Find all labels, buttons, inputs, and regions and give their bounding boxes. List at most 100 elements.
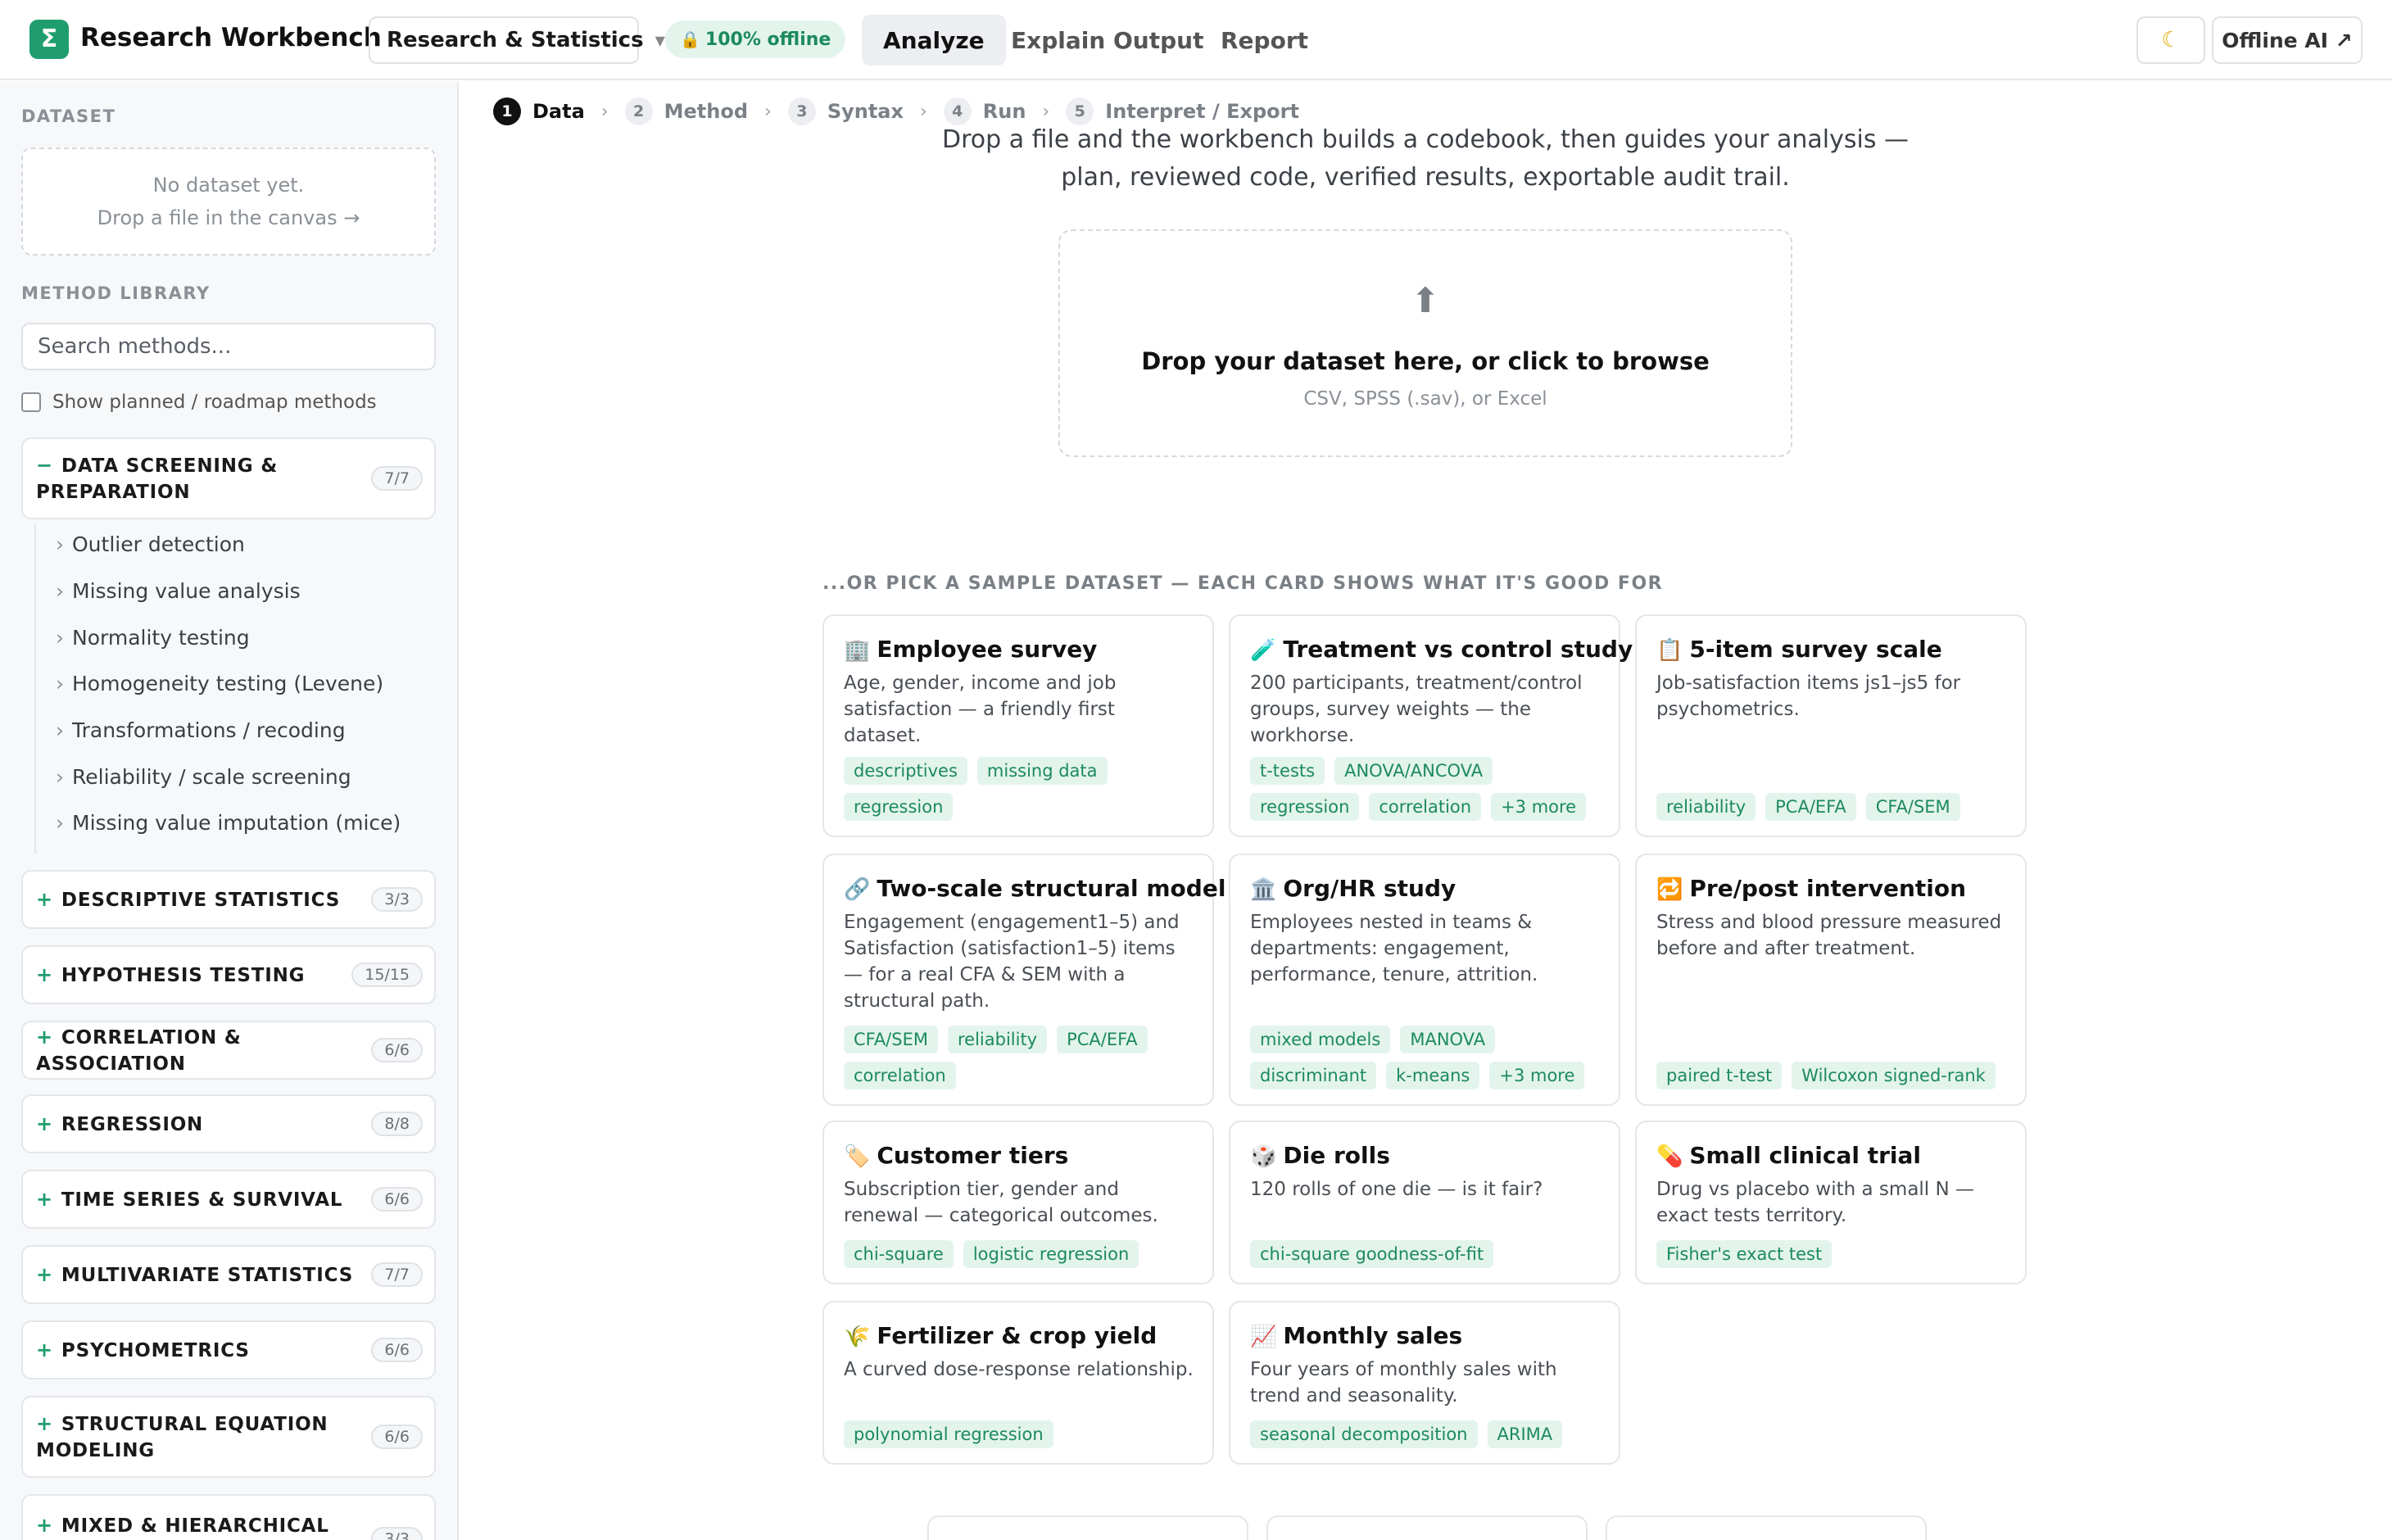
- method-library-label: METHOD LIBRARY: [21, 283, 211, 303]
- step-label: Method: [664, 100, 748, 123]
- sample-card-org-hr-study[interactable]: 🏛️ Org/HR study Employees nested in teams…: [1229, 854, 1620, 1106]
- dataset-dropzone[interactable]: ⬆ Drop your dataset here, or click to br…: [1058, 229, 1792, 457]
- method-item-transformations[interactable]: › Transformations / recoding: [56, 718, 346, 742]
- method-item-label: Outlier detection: [72, 532, 245, 556]
- expand-icon: +: [36, 1025, 53, 1049]
- category-multivariate-statistics[interactable]: + MULTIVARIATE STATISTICS 7/7: [21, 1245, 436, 1304]
- chevron-right-icon: ›: [919, 101, 927, 122]
- category-correlation-association[interactable]: + CORRELATION & ASSOCIATION 6/6: [21, 1021, 436, 1080]
- sample-card-fertilizer-crop-yield[interactable]: 🌾 Fertilizer & crop yield A curved dose-r…: [822, 1301, 1214, 1465]
- planned-methods-checkbox[interactable]: [21, 392, 41, 412]
- theme-toggle-button[interactable]: ☾: [2136, 16, 2205, 64]
- method-item-label: Reliability / scale screening: [72, 765, 351, 789]
- step-method[interactable]: 2 Method: [624, 97, 748, 125]
- more-tags-badge[interactable]: +3 more: [1489, 1062, 1585, 1089]
- method-tag: t-tests: [1250, 757, 1325, 785]
- category-title: PSYCHOMETRICS: [61, 1339, 250, 1361]
- offline-ai-button[interactable]: Offline AI ↗: [2212, 16, 2363, 64]
- expand-icon: +: [36, 1514, 53, 1537]
- category-hypothesis-testing[interactable]: + HYPOTHESIS TESTING 15/15: [21, 945, 436, 1004]
- building-icon: 🏢: [844, 638, 871, 663]
- step-label: Run: [982, 100, 1026, 123]
- tab-analyze[interactable]: Analyze: [862, 15, 1006, 66]
- step-label: Data: [532, 100, 585, 123]
- sample-card-die-rolls[interactable]: 🎲 Die rolls 120 rolls of one die — is it …: [1229, 1121, 1620, 1284]
- chart-up-icon: 📈: [1250, 1325, 1277, 1349]
- partial-card[interactable]: [1606, 1515, 1927, 1540]
- step-data[interactable]: 1 Data: [493, 97, 585, 125]
- domain-select[interactable]: Research & Statistics ▼: [369, 16, 665, 64]
- category-count-badge: 3/3: [371, 887, 423, 912]
- dataset-section-label: DATASET: [21, 106, 116, 126]
- dataset-empty-line2: Drop a file in the canvas →: [97, 206, 360, 229]
- chevron-down-icon: ▼: [655, 32, 665, 48]
- screening-methods-list: › Outlier detection › Missing value analys…: [34, 524, 428, 854]
- method-search-input[interactable]: [21, 323, 436, 370]
- card-title: Org/HR study: [1283, 875, 1456, 902]
- more-tags-badge[interactable]: +3 more: [1491, 793, 1587, 821]
- sample-card-survey-scale[interactable]: 📋 5-item survey scale Job-satisfaction it…: [1635, 614, 2027, 837]
- sample-card-customer-tiers[interactable]: 🏷️ Customer tiers Subscription tier, gend…: [822, 1121, 1214, 1284]
- partial-card[interactable]: [927, 1515, 1248, 1540]
- chevron-right-icon: ›: [56, 811, 64, 835]
- sample-card-employee-survey[interactable]: 🏢 Employee survey Age, gender, income and…: [822, 614, 1214, 837]
- method-item-normality-testing[interactable]: › Normality testing: [56, 626, 250, 650]
- app-title: Research Workbench: [80, 23, 382, 52]
- card-description: Stress and blood pressure measured befor…: [1656, 912, 2002, 959]
- method-tag: Wilcoxon signed-rank: [1792, 1062, 1996, 1089]
- method-tag: mixed models: [1250, 1026, 1391, 1053]
- category-psychometrics[interactable]: + PSYCHOMETRICS 6/6: [21, 1320, 436, 1379]
- method-item-homogeneity-testing[interactable]: › Homogeneity testing (Levene): [56, 672, 383, 695]
- expand-icon: +: [36, 1262, 53, 1286]
- card-description: A curved dose-response relationship.: [844, 1359, 1194, 1380]
- sample-card-treatment-control[interactable]: 🧪 Treatment vs control study 200 particip…: [1229, 614, 1633, 837]
- category-title: STRUCTURAL EQUATION MODELING: [36, 1413, 328, 1461]
- tab-explain-output[interactable]: Explain Output: [990, 15, 1225, 66]
- card-description: Age, gender, income and job satisfaction…: [844, 673, 1117, 746]
- method-item-label: Missing value analysis: [72, 579, 301, 603]
- category-title: DATA SCREENING & PREPARATION: [36, 455, 279, 503]
- sample-card-pre-post-intervention[interactable]: 🔁 Pre/post intervention Stress and blood …: [1635, 854, 2027, 1106]
- chevron-right-icon: ›: [56, 765, 64, 789]
- method-tag: reliability: [947, 1026, 1048, 1053]
- sample-card-two-scale-model[interactable]: 🔗 Two-scale structural model Engagement (…: [822, 854, 1225, 1106]
- method-item-missing-value-analysis[interactable]: › Missing value analysis: [56, 579, 301, 603]
- sample-card-small-clinical-trial[interactable]: 💊 Small clinical trial Drug vs placebo wi…: [1635, 1121, 2027, 1284]
- category-time-series-survival[interactable]: + TIME SERIES & SURVIVAL 6/6: [21, 1170, 436, 1229]
- planned-methods-toggle[interactable]: Show planned / roadmap methods: [21, 392, 377, 413]
- method-item-missing-value-imputation[interactable]: › Missing value imputation (mice): [56, 811, 401, 835]
- planned-methods-label: Show planned / roadmap methods: [52, 392, 377, 413]
- method-item-reliability-screening[interactable]: › Reliability / scale screening: [56, 765, 351, 789]
- tab-report[interactable]: Report: [1199, 15, 1330, 66]
- card-title: Small clinical trial: [1689, 1142, 1921, 1169]
- category-structural-equation-modeling[interactable]: + STRUCTURAL EQUATION MODELING 6/6: [21, 1396, 436, 1478]
- method-tag: chi-square: [844, 1240, 954, 1268]
- method-item-outlier-detection[interactable]: › Outlier detection: [56, 532, 245, 556]
- card-title: Treatment vs control study: [1283, 636, 1633, 663]
- category-title: REGRESSION: [61, 1113, 204, 1135]
- method-tag: MANOVA: [1400, 1026, 1496, 1053]
- wheat-icon: 🌾: [844, 1325, 871, 1349]
- card-description: Job-satisfaction items js1–js5 for psych…: [1656, 673, 1961, 720]
- category-count-badge: 6/6: [371, 1187, 423, 1212]
- method-tag: correlation: [1369, 793, 1482, 821]
- category-regression[interactable]: + REGRESSION 8/8: [21, 1094, 436, 1153]
- card-title: Customer tiers: [877, 1142, 1069, 1169]
- method-tag: CFA/SEM: [1865, 793, 1960, 821]
- sample-card-monthly-sales[interactable]: 📈 Monthly sales Four years of monthly sal…: [1229, 1301, 1620, 1465]
- dataset-empty-line1: No dataset yet.: [152, 174, 305, 197]
- category-title: CORRELATION & ASSOCIATION: [36, 1026, 242, 1075]
- step-label: Interpret / Export: [1105, 100, 1299, 123]
- offline-badge-label: 100% offline: [704, 29, 831, 50]
- test-tube-icon: 🧪: [1250, 638, 1277, 663]
- partial-card[interactable]: [1266, 1515, 1588, 1540]
- category-data-screening[interactable]: − DATA SCREENING & PREPARATION 7/7: [21, 437, 436, 519]
- category-descriptive-statistics[interactable]: + DESCRIPTIVE STATISTICS 3/3: [21, 870, 436, 929]
- chevron-right-icon: ›: [764, 101, 772, 122]
- chevron-right-icon: ›: [56, 626, 64, 650]
- method-tag: descriptives: [844, 757, 967, 785]
- method-tag: discriminant: [1250, 1062, 1377, 1089]
- chevron-right-icon: ›: [56, 718, 64, 742]
- moon-icon: ☾: [2161, 28, 2181, 52]
- category-mixed-hierarchical[interactable]: + MIXED & HIERARCHICAL 3/3: [21, 1494, 436, 1540]
